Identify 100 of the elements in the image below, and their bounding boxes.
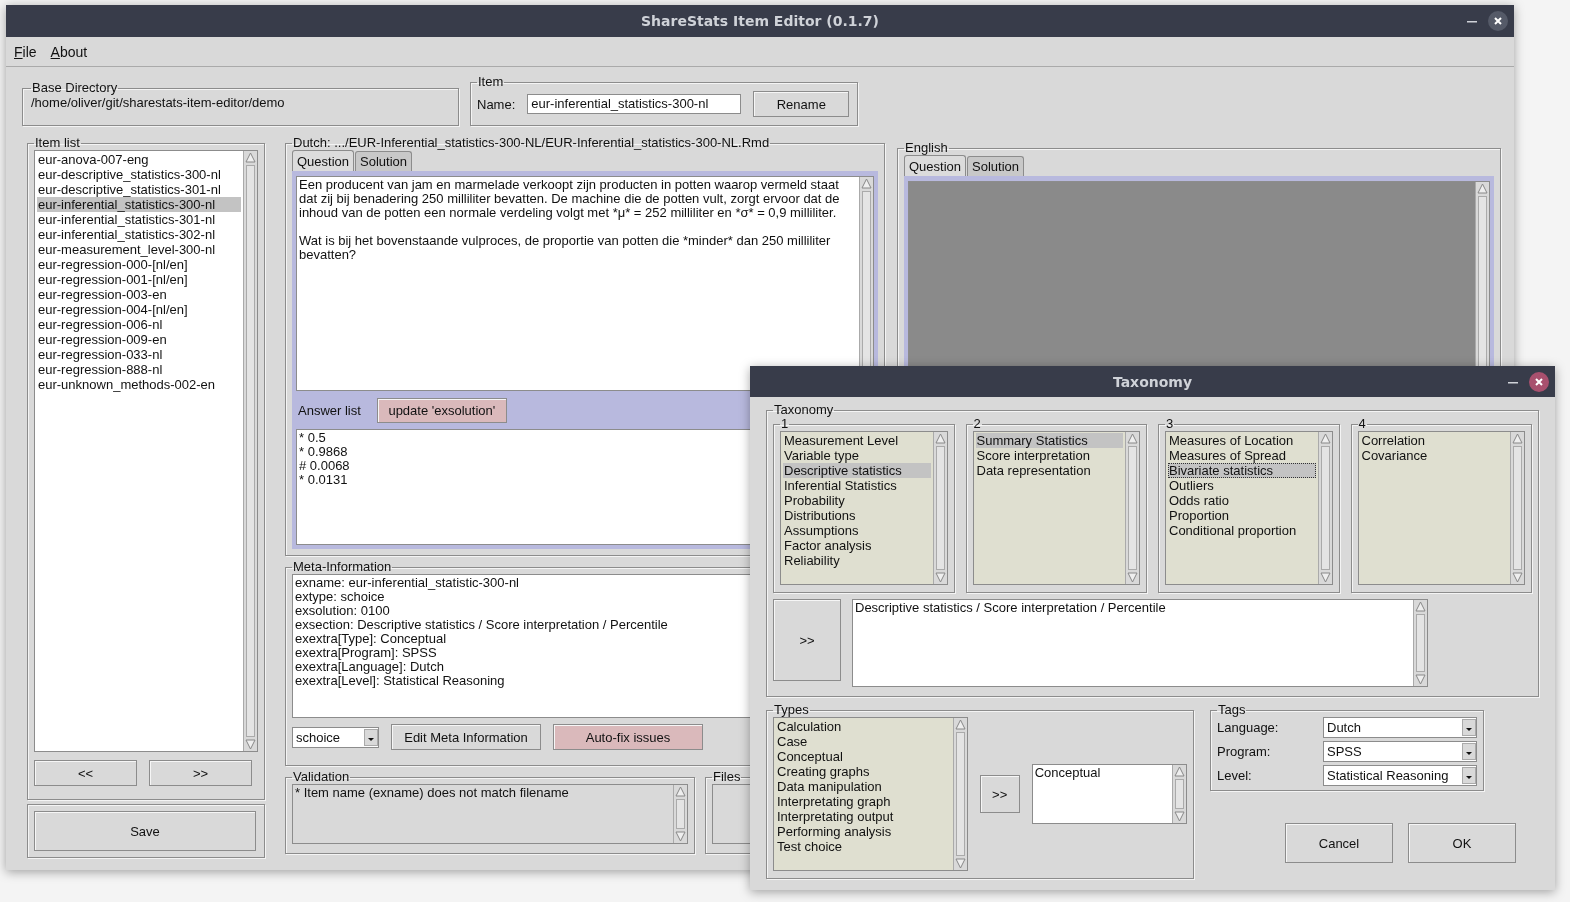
list-item[interactable]: eur-inferential_statistics-301-nl: [37, 212, 241, 227]
close-button[interactable]: [1529, 371, 1549, 392]
list-item[interactable]: Interpretating output: [776, 809, 951, 824]
tab[interactable]: Question: [292, 150, 355, 171]
menu-item[interactable]: About: [50, 43, 88, 60]
update-button[interactable]: update 'exsolution': [376, 397, 507, 423]
tab[interactable]: Solution: [355, 151, 413, 171]
scrollbar[interactable]: [1510, 432, 1524, 584]
scroll-up-icon[interactable]: [1511, 432, 1524, 445]
scrollbar[interactable]: [1172, 765, 1186, 823]
scroll-up-icon[interactable]: [1173, 765, 1186, 778]
tab[interactable]: Solution: [967, 156, 1025, 176]
scrollbar[interactable]: [1413, 600, 1427, 686]
scroll-up-icon[interactable]: [933, 432, 947, 445]
scroll-up-icon[interactable]: [1126, 432, 1139, 445]
list-item[interactable]: Performing analysis: [776, 824, 951, 839]
rename-button[interactable]: Rename: [753, 91, 850, 117]
scroll-down-icon[interactable]: [674, 830, 687, 843]
answer-line: # 0.0068: [299, 459, 350, 473]
list-item[interactable]: eur-inferential_statistics-300-nl: [37, 197, 241, 212]
scroll-down-icon[interactable]: [1126, 571, 1139, 584]
tag-select[interactable]: Statistical Reasoning: [1323, 765, 1477, 786]
scroll-up-icon[interactable]: [674, 785, 687, 798]
list-item[interactable]: Conditional proportion: [1168, 523, 1316, 538]
group-label: 2: [972, 417, 982, 431]
menu-item[interactable]: File: [14, 43, 37, 60]
list-item[interactable]: eur-regression-003-en: [37, 287, 241, 302]
list-item[interactable]: eur-descriptive_statistics-301-nl: [37, 182, 241, 197]
list-item[interactable]: Calculation: [776, 719, 951, 734]
list-item[interactable]: Measures of Spread: [1168, 448, 1316, 463]
list-item[interactable]: eur-regression-004-[nl/en]: [37, 302, 241, 317]
scrollbar[interactable]: [1317, 432, 1332, 584]
selection-box[interactable]: Descriptive statistics / Score interpretation / Percentile: [852, 599, 1428, 687]
list-item[interactable]: eur-measurement_level-300-nl: [37, 242, 241, 257]
dialog-button[interactable]: Cancel: [1285, 823, 1393, 863]
scroll-up-icon[interactable]: [1476, 182, 1489, 195]
scroll-down-icon[interactable]: [1173, 810, 1186, 823]
list-item[interactable]: eur-regression-001-[nl/en]: [37, 272, 241, 287]
type-select[interactable]: schoice: [292, 726, 379, 748]
scroll-up-icon[interactable]: [1414, 600, 1427, 613]
list-item[interactable]: Test choice: [776, 839, 951, 854]
list-item[interactable]: eur-regression-888-nl: [37, 362, 241, 377]
scroll-down-icon[interactable]: [1318, 571, 1332, 584]
scroll-down-icon[interactable]: [244, 738, 257, 751]
group-label: Files: [712, 770, 742, 784]
question-editor[interactable]: [296, 176, 874, 391]
scrollbar[interactable]: [1125, 432, 1139, 584]
tab[interactable]: Question: [904, 155, 967, 176]
list-item[interactable]: Correlation: [1360, 433, 1508, 448]
add-button[interactable]: >>: [773, 599, 841, 681]
scroll-up-icon[interactable]: [953, 718, 967, 731]
list-item[interactable]: Data manipulation: [776, 779, 951, 794]
previous-button[interactable]: <<: [34, 760, 137, 786]
scroll-down-icon[interactable]: [953, 857, 967, 870]
list-item[interactable]: eur-regression-033-nl: [37, 347, 241, 362]
chosen-types-box[interactable]: Conceptual: [1031, 764, 1187, 824]
list-item[interactable]: Score interpretation: [975, 448, 1123, 463]
scroll-down-icon[interactable]: [1414, 673, 1427, 686]
list-item[interactable]: eur-regression-009-en: [37, 332, 241, 347]
next-button[interactable]: >>: [149, 760, 252, 786]
list-item[interactable]: eur-unknown_methods-002-en: [37, 377, 241, 392]
scroll-up-icon[interactable]: [244, 151, 257, 164]
list-item[interactable]: Case: [776, 734, 951, 749]
list-item[interactable]: Data representation: [975, 463, 1123, 478]
list-item[interactable]: Covariance: [1360, 448, 1508, 463]
meta-button[interactable]: Auto-fix issues: [553, 724, 703, 750]
list-item[interactable]: Summary Statistics: [975, 433, 1123, 448]
name-field[interactable]: eur-inferential_statistics-300-nl: [527, 94, 742, 114]
scroll-up-icon[interactable]: [1318, 432, 1332, 445]
tag-select[interactable]: SPSS: [1323, 741, 1477, 762]
list-item[interactable]: eur-inferential_statistics-302-nl: [37, 227, 241, 242]
list-item[interactable]: Outliers: [1168, 478, 1316, 493]
scrollbar[interactable]: [243, 151, 257, 751]
list-item[interactable]: Interpretating graph: [776, 794, 951, 809]
scrollbar[interactable]: [673, 785, 687, 843]
list-item[interactable]: Creating graphs: [776, 764, 951, 779]
validation-message: * Item name (exname) does not match filename: [295, 786, 569, 800]
scroll-up-icon[interactable]: [860, 177, 873, 190]
list-item[interactable]: eur-anova-007-eng: [37, 152, 241, 167]
tag-select[interactable]: Dutch: [1323, 717, 1477, 738]
meta-line: exname: eur-inferential_statistic-300-nl: [295, 576, 519, 590]
meta-button[interactable]: Edit Meta Information: [391, 724, 541, 750]
scrollbar[interactable]: [932, 432, 947, 584]
list-item[interactable]: eur-regression-006-nl: [37, 317, 241, 332]
list-item[interactable]: eur-descriptive_statistics-300-nl: [37, 167, 241, 182]
list-item[interactable]: Conceptual: [776, 749, 951, 764]
scroll-down-icon[interactable]: [933, 571, 947, 584]
list-item[interactable]: Reliability: [783, 553, 931, 568]
save-button[interactable]: Save: [34, 811, 256, 851]
add-button[interactable]: >>: [979, 775, 1020, 813]
list-item[interactable]: Proportion: [1168, 508, 1316, 523]
close-button[interactable]: [1488, 11, 1508, 31]
dialog-button[interactable]: OK: [1408, 823, 1516, 863]
list-item[interactable]: Bivariate statistics: [1168, 463, 1316, 478]
scroll-down-icon[interactable]: [1511, 571, 1524, 584]
list-item[interactable]: eur-regression-000-[nl/en]: [37, 257, 241, 272]
list-item[interactable]: Measures of Location: [1168, 433, 1316, 448]
scrollbar[interactable]: [952, 718, 967, 870]
list-item[interactable]: Odds ratio: [1168, 493, 1316, 508]
list-item[interactable]: Descriptive statistics: [783, 463, 931, 478]
